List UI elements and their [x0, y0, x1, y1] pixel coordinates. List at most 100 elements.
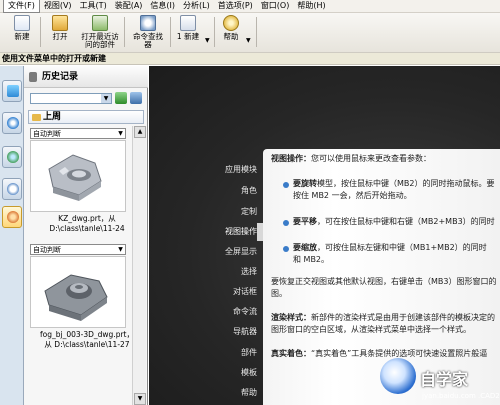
- history-item-caption: KZ_dwg.prt，从 D:\class\tanle\11-24: [30, 214, 144, 234]
- resource-tab-roles[interactable]: [2, 206, 22, 228]
- restore-view-text: 要恢复正交视图或其他默认视图，右键单击（MB3）图形窗口的: [271, 277, 497, 286]
- zoom-bold: 要缩放: [293, 243, 317, 252]
- menu-window[interactable]: 窗口(O): [257, 0, 294, 12]
- bullet-icon: [283, 246, 289, 252]
- new-window-dropdown-icon[interactable]: ▼: [205, 37, 210, 44]
- history-item-load-option[interactable]: 自动判断 ▼: [30, 244, 126, 255]
- new-window-button[interactable]: 1 新建: [173, 15, 203, 41]
- watermark-text: 自学家: [420, 370, 469, 389]
- history-item-name: fog_bj_003-3D_dwg.prt，: [40, 330, 134, 339]
- pan-rest: ，可在按住鼠标中键和右键（MB2+MB3）的同时: [317, 217, 495, 226]
- history-title-text: 历史记录: [42, 72, 79, 82]
- resource-tab-history[interactable]: [2, 178, 22, 200]
- nav-item-full-screen[interactable]: 全屏显示: [225, 246, 257, 257]
- menu-file[interactable]: 文件(F): [3, 0, 40, 13]
- command-finder-button[interactable]: 命令查找 器: [128, 15, 168, 49]
- nav-item-navigators[interactable]: 导航器: [233, 326, 257, 337]
- new-window-label: 1 新建: [176, 32, 200, 41]
- zoom-rest: ，可按住鼠标左键和中键（MB1+MB2）的同时: [317, 243, 487, 252]
- history-group-label: 上周: [43, 112, 62, 122]
- menu-help[interactable]: 帮助(H): [293, 0, 329, 12]
- render-style-bold: 渲染样式：: [271, 313, 311, 322]
- watermark-logo-icon: [380, 358, 416, 394]
- go-back-icon[interactable]: [115, 92, 127, 104]
- history-item-caption: fog_bj_003-3D_dwg.prt， 从 D:\class\tanle\…: [30, 330, 144, 350]
- info-icon: [7, 117, 19, 129]
- assembly-navigator-icon: [7, 85, 19, 97]
- history-item[interactable]: 自动判断 ▼ fog_bj_003-3D_dwg.prt， 从 D:\class…: [30, 244, 144, 364]
- resource-tab-assembly-navigator[interactable]: [2, 80, 22, 102]
- view-options-icon[interactable]: [130, 92, 142, 104]
- pin-icon[interactable]: [29, 72, 37, 82]
- chevron-down-icon[interactable]: ▼: [101, 94, 111, 103]
- nav-item-templates[interactable]: 模板: [241, 367, 257, 378]
- history-filter-combo[interactable]: ▼: [30, 93, 112, 104]
- resource-tab-info[interactable]: [2, 112, 22, 134]
- toolbar-separator: [40, 17, 41, 47]
- history-item-path: 从 D:\class\tanle\11-27: [44, 340, 130, 349]
- open-button-label: 打开: [52, 32, 68, 41]
- history-item[interactable]: 自动判断 ▼ KZ_dwg.prt，从 D:\class\tanle\11-24: [30, 128, 144, 240]
- rotate-bold: 要旋转: [293, 179, 317, 188]
- command-finder-icon: [140, 15, 156, 31]
- render-style-text-line2: 图形窗口的空白区域，从渲染样式菜单中选择一个样式。: [271, 325, 471, 334]
- chevron-down-icon[interactable]: ▼: [116, 129, 125, 138]
- new-button-label: 新建: [14, 32, 30, 41]
- resource-tab-web-browser[interactable]: [2, 146, 22, 168]
- pan-instruction: 要平移，可在按住鼠标中键和右键（MB2+MB3）的同时: [293, 216, 495, 228]
- nav-item-view-manipulation[interactable]: 视图操作: [225, 226, 257, 237]
- scroll-up-icon[interactable]: ▲: [134, 126, 146, 138]
- history-panel-title: 历史记录: [24, 66, 148, 88]
- part-thumbnail[interactable]: [30, 256, 126, 328]
- resource-bar: [0, 66, 24, 405]
- help-dropdown-icon[interactable]: ▼: [246, 37, 251, 44]
- new-button[interactable]: 新建: [8, 15, 36, 41]
- toolbar-separator: [214, 17, 215, 47]
- part-thumbnail[interactable]: [30, 140, 126, 212]
- history-clock-icon: [7, 183, 19, 195]
- nav-item-applications[interactable]: 应用模块: [225, 164, 257, 175]
- web-browser-icon: [7, 151, 19, 163]
- nav-item-help[interactable]: 帮助: [241, 387, 257, 398]
- rotate-instruction: 要旋转模型，按住鼠标中键（MB2）的同时拖动鼠标。要: [293, 178, 494, 190]
- new-file-icon: [14, 15, 30, 31]
- nav-item-roles[interactable]: 角色: [241, 185, 257, 196]
- part-preview-image: [48, 154, 102, 201]
- open-recent-button[interactable]: 打开最近访 问的部件: [78, 15, 122, 49]
- nav-item-command-flow[interactable]: 命令流: [233, 306, 257, 317]
- scroll-down-icon[interactable]: ▼: [134, 393, 146, 405]
- help-icon: [223, 15, 239, 31]
- help-button[interactable]: 帮助: [218, 15, 244, 41]
- bullet-icon: [283, 182, 289, 188]
- history-group-header[interactable]: 上周: [28, 110, 144, 124]
- menu-view[interactable]: 视图(V): [40, 0, 76, 12]
- nav-item-selection[interactable]: 选择: [241, 266, 257, 277]
- open-button[interactable]: 打开: [46, 15, 74, 41]
- menu-bar: 文件(F) 视图(V) 工具(T) 装配(A) 信息(I) 分析(L) 首选项(…: [0, 0, 500, 13]
- chevron-down-icon[interactable]: ▼: [116, 245, 125, 254]
- history-scrollbar[interactable]: ▲ ▼: [132, 126, 146, 405]
- nav-item-dialogs[interactable]: 对话框: [233, 286, 257, 297]
- history-item-load-option[interactable]: 自动判断 ▼: [30, 128, 126, 139]
- zoom-instruction: 要缩放，可按住鼠标左键和中键（MB1+MB2）的同时: [293, 242, 487, 254]
- rotate-rest: 模型，按住鼠标中键（MB2）的同时拖动鼠标。要: [317, 179, 495, 188]
- toolbar-separator: [124, 17, 125, 47]
- history-item-path: D:\class\tanle\11-24: [49, 224, 125, 233]
- menu-info[interactable]: 信息(I): [146, 0, 179, 12]
- history-item-name: KZ_dwg.prt，从: [58, 214, 116, 223]
- welcome-page: 应用模块 角色 定制 视图操作 全屏显示 选择 对话框 命令流 导航器 部件 模…: [149, 66, 500, 405]
- open-recent-label: 打开最近访 问的部件: [81, 32, 119, 49]
- menu-tools[interactable]: 工具(T): [76, 0, 111, 12]
- menu-analysis[interactable]: 分析(L): [179, 0, 214, 12]
- cue-line: 使用文件菜单中的打开或新建: [0, 53, 500, 65]
- watermark: 自学家 jyan.baidu.com .CAD21.com: [380, 356, 500, 405]
- nav-item-parts[interactable]: 部件: [241, 347, 257, 358]
- watermark-url: jyan.baidu.com .CAD21.com: [422, 392, 500, 400]
- history-item-load-option-value: 自动判断: [33, 246, 61, 254]
- menu-preferences[interactable]: 首选项(P): [214, 0, 257, 12]
- command-finder-label: 命令查找 器: [133, 32, 163, 49]
- pan-bold: 要平移: [293, 217, 317, 226]
- nav-item-customize[interactable]: 定制: [241, 206, 257, 217]
- standard-toolbar: 新建 打开 打开最近访 问的部件 命令查找 器 1 新建 ▼ 帮助 ▼: [0, 13, 500, 53]
- menu-assembly[interactable]: 装配(A): [111, 0, 147, 12]
